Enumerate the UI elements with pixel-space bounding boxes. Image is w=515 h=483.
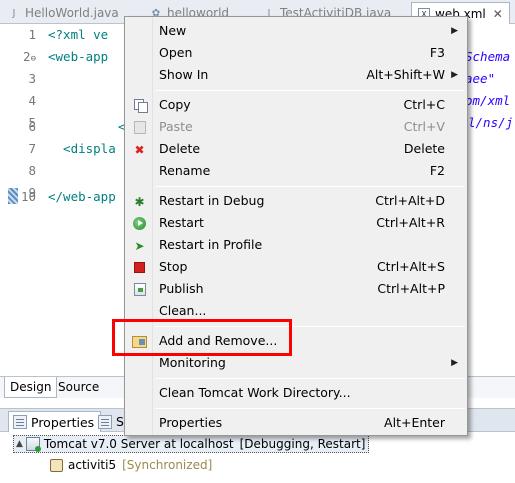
menu-item-label: Restart in Debug (159, 193, 265, 208)
publish-icon (132, 282, 147, 297)
menu-item-publish[interactable]: Publish Ctrl+Alt+P (125, 278, 467, 300)
change-marker (8, 188, 18, 204)
menu-item-label: Restart in Profile (159, 237, 263, 252)
line-number: 2⊖ (0, 46, 40, 68)
debug-icon: ✱ (134, 194, 145, 209)
submenu-arrow-icon: ▶ (451, 358, 458, 368)
menu-item-shortcut: Ctrl+Alt+R (376, 215, 445, 230)
restart-icon (132, 216, 147, 231)
menu-item-label: Stop (159, 259, 188, 274)
menu-item-label: Paste (159, 119, 193, 134)
line-number: 7 (28, 141, 36, 156)
menu-item-restart-in-profile[interactable]: ➤ Restart in Profile (125, 234, 467, 256)
tab-label: HelloWorld.java (25, 6, 119, 20)
collapse-icon[interactable]: ▲ (16, 439, 23, 449)
code-fragment: aee" (465, 71, 496, 86)
menu-separator (155, 186, 465, 187)
module-status: [Synchronized] (122, 458, 213, 472)
line-number-text: 2 (23, 49, 31, 64)
code-fragment: Schema (465, 49, 511, 64)
submenu-arrow-icon: ▶ (451, 70, 458, 80)
tab-helloworld-java[interactable]: J HelloWorld.java (8, 2, 119, 24)
copy-icon (132, 98, 148, 113)
menu-item-open[interactable]: Open F3 (125, 42, 467, 64)
menu-item-delete[interactable]: ✖ Delete Delete (125, 138, 467, 160)
menu-item-show-in[interactable]: Show In Alt+Shift+W ▶ (125, 64, 467, 86)
servers-view: ▲ Tomcat v7.0 Server at localhost [Debug… (0, 432, 515, 483)
menu-item-shortcut: Ctrl+C (403, 97, 445, 112)
module-tree-item[interactable]: activiti5 [Synchronized] (50, 456, 212, 474)
context-menu: New ▶ Open F3 Show In Alt+Shift+W ▶ Copy… (124, 16, 468, 436)
menu-item-shortcut: Ctrl+Alt+D (375, 193, 445, 208)
menu-item-shortcut: Delete (403, 141, 445, 156)
menu-item-new[interactable]: New ▶ (125, 20, 467, 42)
properties-icon (13, 415, 27, 429)
menu-item-properties[interactable]: Properties Alt+Enter (125, 412, 467, 434)
menu-item-label: Restart (159, 215, 204, 230)
menu-item-shortcut: F3 (429, 45, 445, 60)
submenu-arrow-icon: ▶ (451, 26, 458, 36)
menu-item-label: New (159, 23, 187, 38)
server-name: Tomcat v7.0 Server at localhost (43, 437, 234, 451)
menu-item-label: Show In (159, 67, 209, 82)
menu-separator (155, 378, 465, 379)
profile-icon: ➤ (134, 238, 145, 253)
code-line-2: <web-app (48, 49, 109, 64)
menu-item-label: Clean Tomcat Work Directory... (159, 385, 351, 400)
menu-item-restart[interactable]: Restart Ctrl+Alt+R (125, 212, 467, 234)
server-icon (25, 437, 41, 452)
code-line-7: <displa (48, 141, 116, 156)
code-fragment: om/xml (465, 93, 511, 108)
code-line-1: <?xml ve (48, 27, 109, 42)
module-icon (50, 458, 63, 472)
code-line-10: </web-app (48, 189, 116, 204)
menu-item-clean-tomcat-work-directory[interactable]: Clean Tomcat Work Directory... (125, 382, 467, 404)
menu-separator (155, 90, 465, 91)
tab-servers[interactable]: S (98, 411, 124, 432)
server-state: [Debugging, Restart] (239, 437, 366, 451)
line-number: 10 (20, 189, 36, 204)
menu-item-label: Properties (159, 415, 223, 430)
menu-item-copy[interactable]: Copy Ctrl+C (125, 94, 467, 116)
menu-item-label: Publish (159, 281, 204, 296)
menu-item-shortcut: Alt+Enter (384, 415, 445, 430)
java-file-icon: J (12, 7, 16, 19)
paste-icon (132, 120, 147, 135)
menu-item-shortcut: Alt+Shift+W (366, 67, 445, 82)
tab-source[interactable]: Source (53, 377, 104, 398)
line-number: 4 (28, 93, 36, 108)
highlight-box (112, 319, 292, 356)
menu-separator (155, 408, 465, 409)
line-number: 8 (28, 163, 36, 178)
line-number: 1 (28, 27, 36, 42)
menu-item-restart-in-debug[interactable]: ✱ Restart in Debug Ctrl+Alt+D (125, 190, 467, 212)
tab-design[interactable]: Design (4, 377, 58, 398)
menu-item-stop[interactable]: Stop Ctrl+Alt+S (125, 256, 467, 278)
fold-icon[interactable]: ⊖ (31, 54, 36, 64)
menu-item-label: Delete (159, 141, 201, 156)
close-icon[interactable]: ✕ (493, 7, 503, 21)
server-tree-item[interactable]: ▲ Tomcat v7.0 Server at localhost [Debug… (13, 435, 370, 453)
tab-label: Properties (31, 414, 95, 430)
line-number: 6 (28, 119, 36, 134)
menu-item-label: Rename (159, 163, 211, 178)
tab-properties[interactable]: Properties (8, 411, 102, 432)
menu-item-shortcut: Ctrl+Alt+P (377, 281, 445, 296)
delete-icon: ✖ (134, 142, 145, 157)
line-number: 3 (28, 71, 36, 86)
menu-item-shortcut: Ctrl+Alt+S (376, 259, 445, 274)
menu-item-shortcut: Ctrl+V (403, 119, 445, 134)
stop-icon (132, 260, 147, 275)
servers-icon (98, 414, 112, 429)
menu-item-label: Copy (159, 97, 191, 112)
menu-item-rename[interactable]: Rename F2 (125, 160, 467, 182)
menu-item-paste[interactable]: Paste Ctrl+V (125, 116, 467, 138)
module-name: activiti5 (68, 458, 117, 472)
code-fragment: l/ns/j (468, 115, 514, 130)
menu-item-label: Open (159, 45, 193, 60)
menu-item-shortcut: F2 (429, 163, 445, 178)
tab-label: S (116, 414, 124, 429)
